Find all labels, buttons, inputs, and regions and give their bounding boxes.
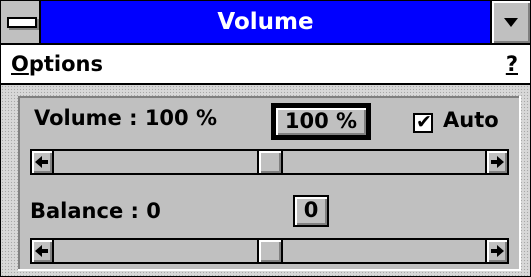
arrow-right-icon [491,245,504,257]
arrow-right-icon [491,156,504,168]
volume-scroll-track[interactable] [56,151,483,173]
volume-scroll-left-button[interactable] [32,151,54,173]
menu-options[interactable]: Options [11,50,103,78]
balance-scroll-thumb[interactable] [256,240,283,262]
volume-scrollbar[interactable] [30,149,509,175]
volume-label: Volume : 100 % [34,106,218,130]
auto-checkbox[interactable]: ✔ [413,111,433,133]
balance-label: Balance : 0 [30,199,161,223]
volume-value-button[interactable]: 100 % [271,103,371,140]
volume-window: Volume Options ? Volume : 100 % 100 % ✔ … [0,0,531,277]
balance-scrollbar[interactable] [30,238,509,264]
arrow-left-icon [35,245,48,257]
menu-help[interactable]: ? [506,50,518,78]
minimize-button[interactable] [490,1,530,43]
controls-panel: Volume : 100 % 100 % ✔ Auto Balance: 0 … [18,96,521,271]
minimize-arrow-icon [504,18,518,27]
system-menu-button[interactable] [1,1,41,43]
client-area: Volume : 100 % 100 % ✔ Auto Balance: 0 … [1,85,530,276]
window-title: Volume [217,9,314,35]
volume-scroll-right-button[interactable] [485,151,507,173]
arrow-left-icon [35,156,48,168]
balance-scroll-right-button[interactable] [485,240,507,262]
volume-scroll-thumb[interactable] [256,151,283,173]
system-menu-icon [7,17,37,28]
checkmark-icon: ✔ [416,111,432,133]
balance-scroll-left-button[interactable] [32,240,54,262]
balance-scroll-track[interactable] [56,240,483,262]
title-bar[interactable]: Volume [1,1,530,45]
balance-value-button[interactable]: 0 [293,195,329,227]
auto-label: Auto [443,108,499,132]
menu-bar: Options ? [1,45,530,85]
